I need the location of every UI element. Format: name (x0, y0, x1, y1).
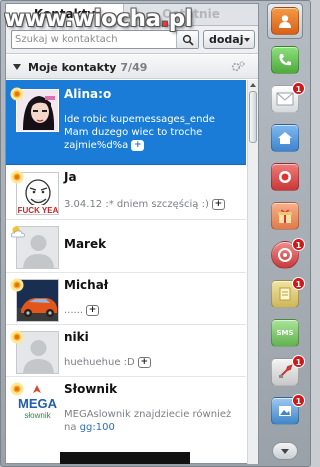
sms-icon: SMS (271, 319, 299, 347)
notification-badge: 1 (292, 277, 305, 290)
contact-name: Michał (64, 278, 109, 292)
sidebar-item-gift[interactable] (267, 198, 303, 234)
contact-item[interactable]: Alina:o Ide robic kupemessages_ende Mam … (6, 80, 246, 165)
cloud-icon (11, 226, 25, 238)
tab-contacts[interactable]: Kontakty (6, 4, 124, 26)
tab-bar: Kontakty Ostatnie (6, 4, 258, 26)
sun-icon (10, 278, 24, 292)
sidebar-item-contacts[interactable] (267, 3, 303, 39)
phone-icon (271, 46, 299, 74)
notification-badge: 1 (292, 238, 305, 251)
scroll-thumb[interactable] (249, 91, 257, 143)
contact-item[interactable]: Marek (6, 220, 246, 273)
contact-description: Ide robic kupemessages_ende Mam duzego w… (64, 114, 215, 151)
contact-list: Alina:o Ide robic kupemessages_ende Mam … (6, 80, 258, 464)
sun-icon (10, 170, 24, 184)
contact-name: Marek (64, 237, 107, 251)
search-box (11, 30, 199, 49)
sidebar-expand-chevron-icon[interactable] (272, 442, 298, 460)
sms-label: SMS (276, 329, 294, 337)
add-icon[interactable]: + (86, 304, 100, 316)
redaction-bar (60, 452, 190, 464)
add-icon[interactable]: + (131, 139, 145, 151)
contact-description: 3.04.12 :* dniem szczęścią :) + (64, 198, 242, 211)
gear-icon[interactable] (230, 60, 246, 74)
sun-icon (10, 382, 24, 396)
add-icon[interactable]: + (137, 356, 151, 368)
right-toolbar: 1 1 1 SMS 1 1 (262, 0, 310, 467)
svg-text:MEGA: MEGA (18, 396, 58, 411)
add-contact-label: dodaj (209, 33, 244, 46)
group-header[interactable]: Moje kontakty 7/49 (6, 55, 258, 79)
contact-description: ...... + (64, 304, 242, 317)
contacts-panel: Kontakty Ostatnie dodaj Moje kontakty7/4… (5, 3, 259, 464)
sidebar-item-gallery[interactable]: 1 (267, 393, 305, 429)
scroll-up-arrow-icon[interactable] (248, 80, 258, 90)
group-count: 7/49 (120, 61, 148, 74)
search-input[interactable] (15, 32, 175, 47)
sidebar-item-home[interactable] (267, 120, 303, 156)
sidebar-item-record[interactable] (267, 159, 303, 195)
notification-badge: 1 (292, 355, 305, 368)
svg-text:FUCK YEA: FUCK YEA (18, 206, 59, 215)
contact-item[interactable]: FUCK YEA Ja 3.04.12 :* dniem szczęścią :… (6, 165, 246, 220)
contact-link[interactable]: gg:100 (80, 422, 115, 433)
sidebar-item-sms[interactable]: SMS (267, 315, 303, 351)
sidebar-item-game[interactable]: 1 (267, 237, 305, 273)
notification-badge: 1 (292, 82, 305, 95)
add-icon[interactable]: + (211, 198, 225, 210)
sun-icon (10, 87, 24, 101)
sun-icon (10, 330, 24, 344)
contact-name: Alina:o (64, 87, 112, 101)
contact-item[interactable]: MEGA słownik Słownik MEGAslownik znajdzie… (6, 377, 246, 447)
group-title: Moje kontakty 7/49 (28, 61, 148, 74)
tab-recent[interactable]: Ostatnie (124, 4, 258, 26)
contact-name: niki (64, 330, 89, 344)
contact-description: huehuehue :D + (64, 356, 242, 369)
chevron-down-icon (244, 38, 250, 42)
search-row: dodaj (6, 26, 258, 54)
contact-item[interactable]: Michał ...... + (6, 273, 246, 325)
record-icon (271, 163, 299, 191)
contact-name: Słownik (64, 382, 118, 396)
search-button[interactable] (176, 31, 198, 48)
gift-icon (271, 202, 299, 230)
sidebar-item-notes[interactable]: 1 (267, 276, 305, 312)
collapse-triangle-icon[interactable] (13, 64, 21, 70)
sidebar-item-mail[interactable]: 1 (267, 81, 305, 117)
contact-description: MEGAslownik znajdziecie również na gg:10… (64, 409, 232, 433)
contact-name: Ja (64, 170, 77, 184)
home-icon (271, 124, 299, 152)
svg-text:słownik: słownik (24, 411, 51, 420)
sidebar-item-tools[interactable]: 1 (267, 354, 305, 390)
add-contact-dropdown[interactable]: dodaj (203, 30, 255, 49)
sidebar-item-phone[interactable] (267, 42, 303, 78)
contacts-book-icon (271, 7, 299, 35)
notification-badge: 1 (292, 394, 305, 407)
scrollbar[interactable] (247, 80, 258, 464)
search-icon (182, 34, 194, 46)
contact-item[interactable]: niki huehuehue :D + (6, 325, 246, 377)
